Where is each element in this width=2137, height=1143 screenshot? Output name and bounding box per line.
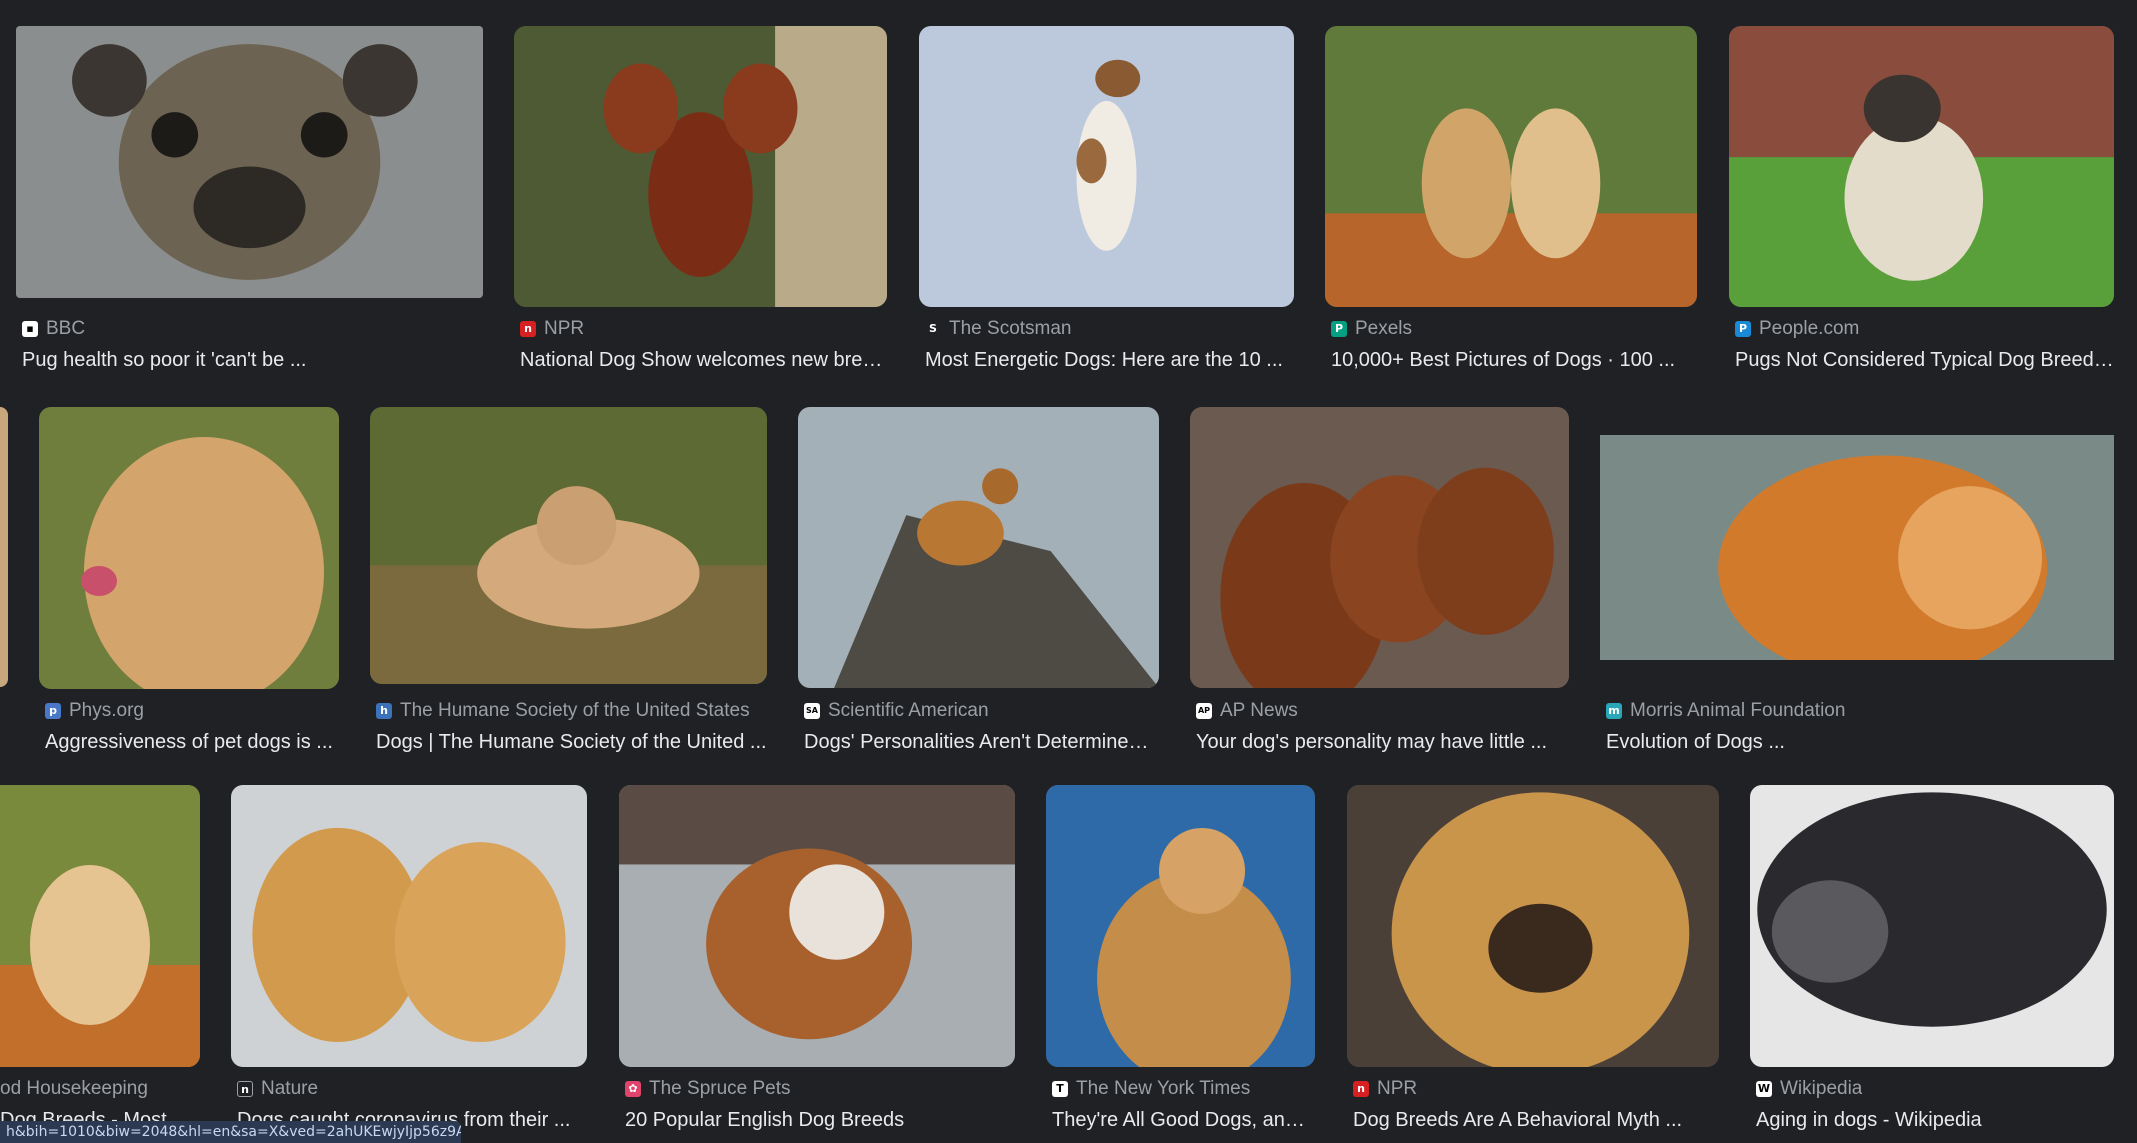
result-title[interactable]: Evolution of Dogs ... <box>1606 731 2114 754</box>
result-title[interactable]: Dog Breeds Are A Behavioral Myth ... <box>1353 1109 1719 1132</box>
npr-icon: n <box>520 321 536 337</box>
result-source[interactable]: W Wikipedia <box>1756 1078 1862 1100</box>
result-card[interactable]: m Morris Animal Foundation Evolution of D… <box>1600 407 2114 757</box>
result-card[interactable]: ▪ BBC Pug health so poor it 'can't be ... <box>16 26 483 376</box>
result-source[interactable]: P Pexels <box>1331 318 1412 340</box>
result-card[interactable]: P Pexels 10,000+ Best Pictures of Dogs · … <box>1325 26 1697 376</box>
shiba-thumbnail[interactable] <box>1600 435 2114 660</box>
result-source[interactable]: m Morris Animal Foundation <box>1606 700 1845 722</box>
result-source[interactable]: SA Scientific American <box>804 700 989 722</box>
result-title[interactable]: Your dog's personality may have little .… <box>1196 731 1569 754</box>
result-card[interactable]: ✿ The Spruce Pets 20 Popular English Dog … <box>619 785 1015 1143</box>
result-card[interactable]: P People.com Pugs Not Considered Typical … <box>1729 26 2114 376</box>
people-icon: P <box>1735 321 1751 337</box>
papillon-thumbnail[interactable] <box>514 26 887 307</box>
english-bulldog-thumbnail[interactable] <box>619 785 1015 1067</box>
result-source[interactable]: n NPR <box>1353 1078 1417 1100</box>
pomeranians-thumbnail[interactable] <box>231 785 587 1067</box>
nature-icon: n <box>237 1081 253 1097</box>
result-source[interactable]: ✿ The Spruce Pets <box>625 1078 791 1100</box>
chow-chow-thumbnail[interactable] <box>1347 785 1719 1067</box>
result-title[interactable]: 10,000+ Best Pictures of Dogs · 100 ... <box>1331 349 1697 372</box>
result-title[interactable]: National Dog Show welcomes new bree... <box>520 349 887 372</box>
golden-retriever-thumbnail[interactable] <box>1046 785 1315 1067</box>
dachshunds-thumbnail[interactable] <box>1190 407 1569 688</box>
result-title[interactable]: 20 Popular English Dog Breeds <box>625 1109 1015 1132</box>
result-card[interactable]: SA Scientific American Dogs' Personalitie… <box>798 407 1159 757</box>
physorg-icon: p <box>45 703 61 719</box>
old-dog-thumbnail[interactable] <box>1750 785 2114 1067</box>
result-card[interactable]: AP AP News Your dog's personality may hav… <box>1190 407 1569 757</box>
partial-thumbnail[interactable] <box>0 407 8 687</box>
dog-on-rock-thumbnail[interactable] <box>798 407 1159 688</box>
result-title[interactable]: Aggressiveness of pet dogs is ... <box>45 731 339 754</box>
spruce-pets-icon: ✿ <box>625 1081 641 1097</box>
result-title[interactable]: Most Energetic Dogs: Here are the 10 ... <box>925 349 1294 372</box>
result-card[interactable]: W Wikipedia Aging in dogs - Wikipedia <box>1750 785 2114 1143</box>
pexels-icon: P <box>1331 321 1347 337</box>
result-source[interactable]: n Nature <box>237 1078 318 1100</box>
pug-thumbnail[interactable] <box>16 26 483 298</box>
humane-society-icon: h <box>376 703 392 719</box>
result-card[interactable]: h The Humane Society of the United States… <box>370 407 767 757</box>
result-card[interactable]: n Nature Dogs caught coronavirus from the… <box>231 785 587 1143</box>
status-bar-url: h&bih=1010&biw=2048&hl=en&sa=X&ved=2ahUK… <box>0 1121 461 1143</box>
nyt-icon: T <box>1052 1081 1068 1097</box>
result-source[interactable]: ▪ BBC <box>22 318 85 340</box>
result-card[interactable]: T The New York Times They're All Good Dog… <box>1046 785 1315 1143</box>
tan-dog-thumbnail[interactable] <box>370 407 767 684</box>
result-title[interactable]: They're All Good Dogs, and I... <box>1052 1109 1315 1132</box>
labrador-thumbnail[interactable] <box>39 407 339 689</box>
result-card[interactable]: n NPR Dog Breeds Are A Behavioral Myth ..… <box>1347 785 1719 1143</box>
pug-grass-thumbnail[interactable] <box>1729 26 2114 307</box>
result-source[interactable]: n NPR <box>520 318 584 340</box>
result-source[interactable]: od Housekeeping <box>0 1078 148 1100</box>
bbc-icon: ▪ <box>22 321 38 337</box>
jumping-dog-thumbnail[interactable] <box>919 26 1294 307</box>
wikipedia-icon: W <box>1756 1081 1772 1097</box>
scotsman-icon: S <box>925 321 941 337</box>
result-card[interactable]: S The Scotsman Most Energetic Dogs: Here … <box>919 26 1294 376</box>
result-source[interactable]: h The Humane Society of the United States <box>376 700 750 722</box>
result-title[interactable]: Aging in dogs - Wikipedia <box>1756 1109 2114 1132</box>
golden-puppy-thumbnail[interactable] <box>0 785 200 1067</box>
result-source[interactable]: T The New York Times <box>1052 1078 1250 1100</box>
scientific-american-icon: SA <box>804 703 820 719</box>
result-title[interactable]: Pug health so poor it 'can't be ... <box>22 349 483 372</box>
result-source[interactable]: p Phys.org <box>45 700 144 722</box>
result-source[interactable]: P People.com <box>1735 318 1859 340</box>
result-card[interactable]: od Housekeeping Dog Breeds - Most A... <box>0 785 200 1143</box>
result-card[interactable]: n NPR National Dog Show welcomes new bree… <box>514 26 887 376</box>
morris-icon: m <box>1606 703 1622 719</box>
golden-puppies-thumbnail[interactable] <box>1325 26 1697 307</box>
result-source[interactable]: S The Scotsman <box>925 318 1072 340</box>
result-title[interactable]: Dogs' Personalities Aren't Determined ..… <box>804 731 1159 754</box>
result-card-partial[interactable] <box>0 407 8 689</box>
result-source[interactable]: AP AP News <box>1196 700 1298 722</box>
result-card[interactable]: p Phys.org Aggressiveness of pet dogs is … <box>39 407 339 757</box>
ap-news-icon: AP <box>1196 703 1212 719</box>
npr-icon: n <box>1353 1081 1369 1097</box>
result-title[interactable]: Dogs | The Humane Society of the United … <box>376 731 767 754</box>
result-title[interactable]: Pugs Not Considered Typical Dog Breed ..… <box>1735 349 2114 372</box>
